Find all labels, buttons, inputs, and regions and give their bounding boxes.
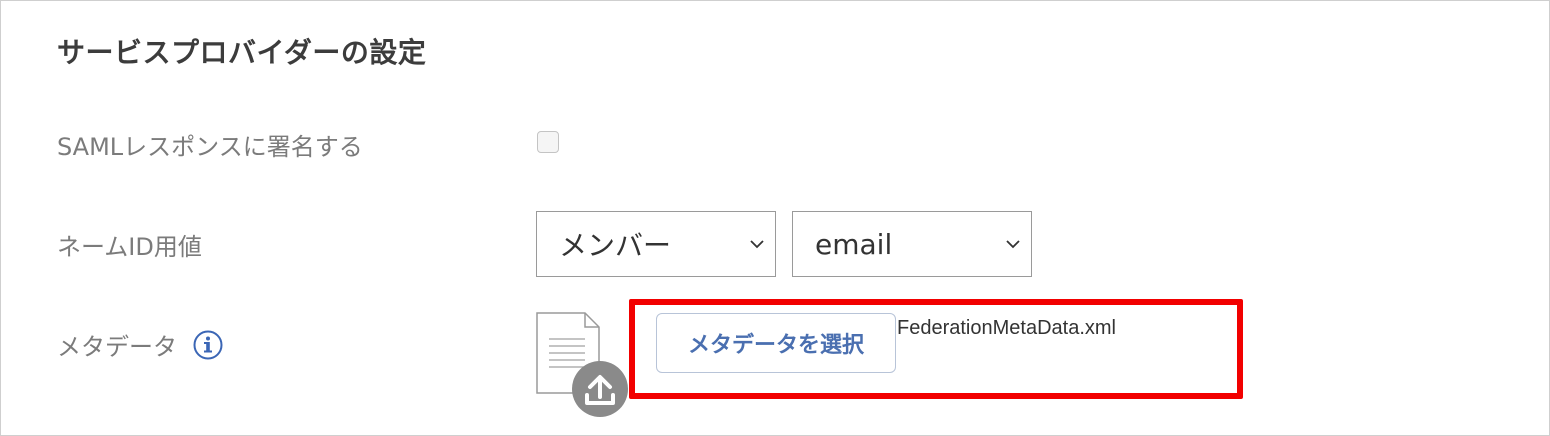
metadata-label-row: メタデータ <box>57 327 223 362</box>
name-id-type-select[interactable]: メンバー <box>536 211 776 277</box>
name-id-attr-select[interactable]: email <box>792 211 1032 277</box>
name-id-type-value: メンバー <box>559 229 672 262</box>
section-title: サービスプロバイダーの設定 <box>57 36 427 69</box>
chevron-down-icon <box>750 240 764 249</box>
metadata-file-upload-icon[interactable] <box>535 311 631 421</box>
name-id-label: ネームID用値 <box>57 233 202 261</box>
select-metadata-button[interactable]: メタデータを選択 <box>656 313 896 373</box>
chevron-down-icon <box>1006 240 1020 249</box>
metadata-file-name: FederationMetaData.xml <box>897 317 1116 339</box>
sign-response-label: SAMLレスポンスに署名する <box>57 133 363 161</box>
name-id-attr-value: email <box>815 227 893 261</box>
info-icon[interactable] <box>193 330 223 360</box>
service-provider-settings-panel: サービスプロバイダーの設定 SAMLレスポンスに署名する ネームID用値 メンバ… <box>0 0 1550 436</box>
metadata-label: メタデータ <box>57 333 177 361</box>
sign-response-checkbox[interactable] <box>537 131 559 153</box>
